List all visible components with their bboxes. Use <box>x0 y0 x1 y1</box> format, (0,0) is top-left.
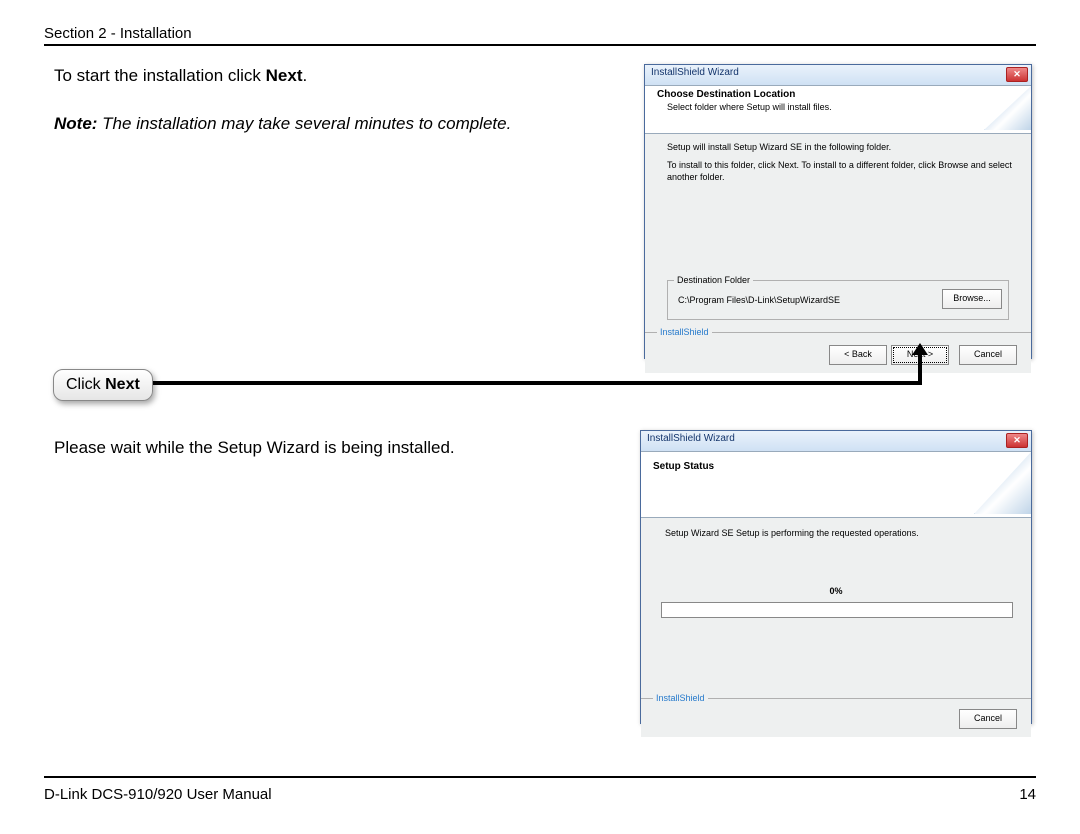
body-line-2: To install to this folder, click Next. T… <box>667 160 1015 183</box>
dialog-footer: InstallShield < Back Next > Cancel <box>645 332 1031 373</box>
dialog-titlebar: InstallShield Wizard ✕ <box>645 65 1031 86</box>
back-button[interactable]: < Back <box>829 345 887 365</box>
footer-page-number: 14 <box>1019 786 1036 803</box>
dialog-titlebar: InstallShield Wizard ✕ <box>641 431 1031 452</box>
dialog-footer: InstallShield Cancel <box>641 698 1031 737</box>
text: To start the installation click <box>54 66 266 85</box>
cancel-button[interactable]: Cancel <box>959 709 1017 729</box>
connector-line-v <box>918 353 922 385</box>
header-subtitle: Select folder where Setup will install f… <box>667 102 1021 112</box>
instruction-note: Note: The installation may take several … <box>54 114 511 134</box>
connector-arrow-icon <box>912 343 928 355</box>
rule-bottom <box>44 776 1036 778</box>
text-bold: Next <box>266 66 303 85</box>
progress-bar <box>661 602 1013 618</box>
fieldset-label: Destination Folder <box>674 275 753 285</box>
header-title: Choose Destination Location <box>657 89 1021 100</box>
note-rest: The installation may take several minute… <box>97 114 511 133</box>
rule-top <box>44 44 1036 46</box>
installshield-label: InstallShield <box>657 327 712 337</box>
dialog-title: InstallShield Wizard <box>651 67 739 78</box>
click-next-callout: Click Next <box>53 369 153 401</box>
dialog-body: Setup will install Setup Wizard SE in th… <box>645 134 1031 332</box>
dialog-title: InstallShield Wizard <box>647 433 735 444</box>
destination-folder-fieldset: Destination Folder C:\Program Files\D-Li… <box>667 280 1009 320</box>
close-icon[interactable]: ✕ <box>1006 433 1028 448</box>
footer-manual-name: D-Link DCS-910/920 User Manual <box>44 786 272 803</box>
installshield-label: InstallShield <box>653 693 708 703</box>
dialog-body: Setup Wizard SE Setup is performing the … <box>641 518 1031 698</box>
browse-button[interactable]: Browse... <box>942 289 1002 309</box>
instruction-wait: Please wait while the Setup Wizard is be… <box>54 438 455 458</box>
body-line-1: Setup will install Setup Wizard SE in th… <box>667 142 1015 152</box>
section-header: Section 2 - Installation <box>44 25 192 42</box>
install-wizard-dest-dialog: InstallShield Wizard ✕ Choose Destinatio… <box>644 64 1032 359</box>
connector-line-h <box>148 381 918 385</box>
destination-path: C:\Program Files\D-Link\SetupWizardSE <box>678 295 840 305</box>
instruction-start: To start the installation click Next. <box>54 66 307 86</box>
text: . <box>303 66 308 85</box>
callout-bold: Next <box>105 376 140 393</box>
install-wizard-status-dialog: InstallShield Wizard ✕ Setup Status Setu… <box>640 430 1032 724</box>
close-icon[interactable]: ✕ <box>1006 67 1028 82</box>
note-bold: Note: <box>54 114 97 133</box>
cancel-button[interactable]: Cancel <box>959 345 1017 365</box>
status-line: Setup Wizard SE Setup is performing the … <box>665 528 1011 538</box>
dialog-header: Choose Destination Location Select folde… <box>645 86 1031 134</box>
dialog-header: Setup Status <box>641 452 1031 518</box>
manual-page: Section 2 - Installation To start the in… <box>0 0 1080 834</box>
progress-percent: 0% <box>641 586 1031 596</box>
header-title: Setup Status <box>653 461 1021 472</box>
callout-pre: Click <box>66 376 105 393</box>
